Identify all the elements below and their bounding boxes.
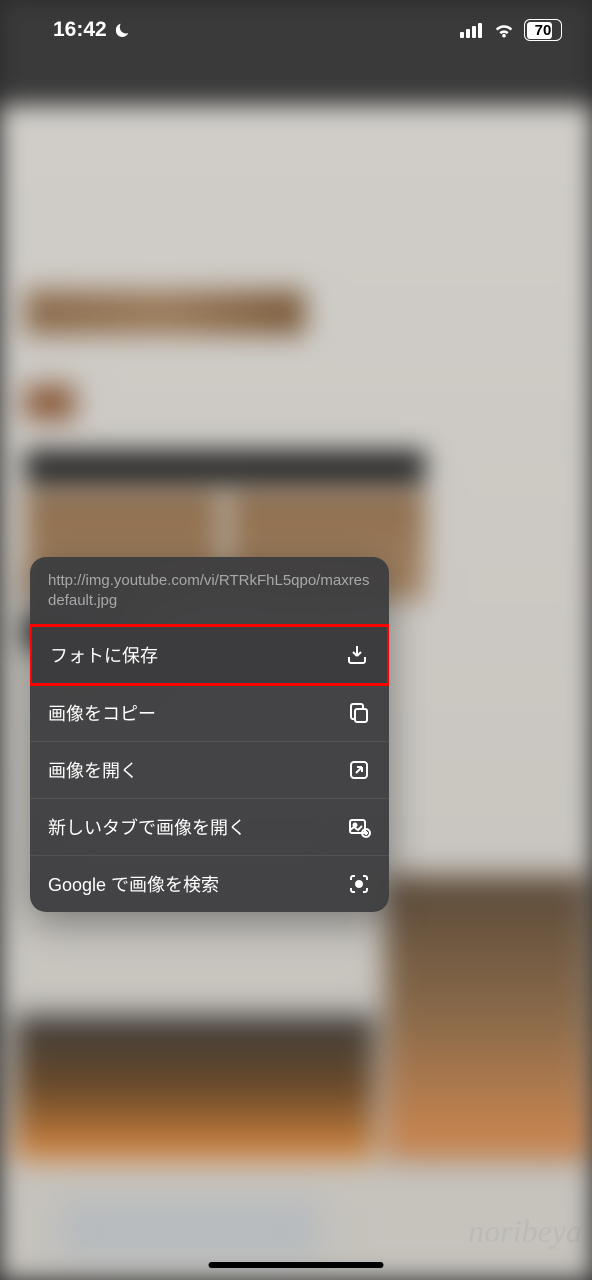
context-menu: http://img.youtube.com/vi/RTRkFhL5qpo/ma… [30, 557, 389, 912]
status-time: 16:42 [53, 18, 107, 42]
lens-search-icon [347, 872, 371, 896]
context-menu-url: http://img.youtube.com/vi/RTRkFhL5qpo/ma… [30, 557, 389, 625]
status-right-group: 70 [460, 19, 562, 41]
menu-item-open-in-new-tab[interactable]: 新しいタブで画像を開く [30, 799, 389, 856]
menu-item-label: 新しいタブで画像を開く [48, 814, 246, 840]
download-icon [345, 643, 369, 667]
menu-item-copy-image[interactable]: 画像をコピー [30, 685, 389, 742]
watermark: noribeya [468, 1213, 582, 1250]
menu-item-google-search[interactable]: Google で画像を検索 [30, 856, 389, 912]
menu-item-label: フォトに保存 [50, 642, 158, 668]
menu-item-open-image[interactable]: 画像を開く [30, 742, 389, 799]
menu-item-label: 画像を開く [48, 757, 138, 783]
menu-item-label: 画像をコピー [48, 700, 156, 726]
cellular-signal-icon [460, 21, 484, 39]
wifi-icon [492, 21, 516, 39]
status-bar: 16:42 70 [0, 0, 592, 60]
open-icon [347, 758, 371, 782]
home-indicator[interactable] [209, 1262, 384, 1268]
battery-percent: 70 [535, 22, 552, 39]
do-not-disturb-icon [112, 20, 132, 40]
menu-item-save-to-photos[interactable]: フォトに保存 [30, 624, 389, 686]
copy-icon [347, 701, 371, 725]
menu-item-label: Google で画像を検索 [48, 871, 219, 897]
new-tab-image-icon [347, 815, 371, 839]
battery-indicator: 70 [524, 19, 562, 41]
status-time-group: 16:42 [30, 18, 132, 42]
